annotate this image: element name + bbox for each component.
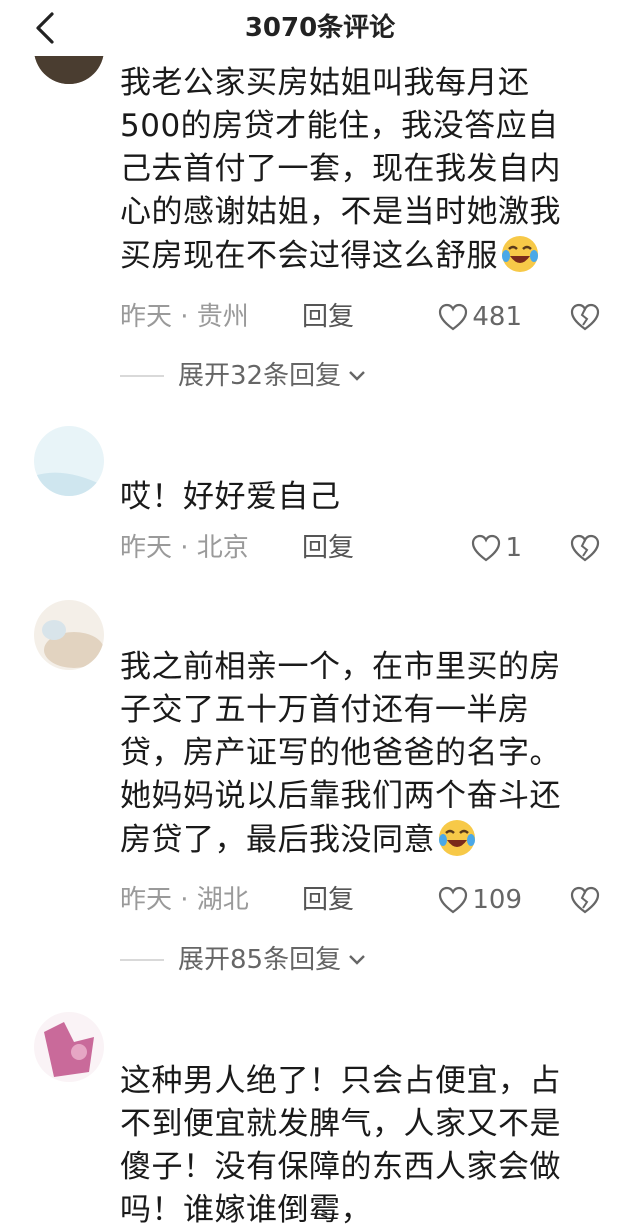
avatar[interactable] (34, 1012, 104, 1082)
expand-replies-label: 展开32条回复 (178, 361, 342, 391)
comment-meta: 昨天 · 北京 回复 1 (120, 528, 610, 568)
broken-heart-icon (570, 886, 600, 914)
heart-outline-icon (472, 534, 501, 562)
comment-meta: 昨天 · 湖北 回复 109 (120, 880, 610, 920)
top-bar: 3070条评论 (0, 0, 640, 56)
expand-replies-button[interactable]: 展开85条回复 (120, 940, 367, 980)
like-count: 1 (505, 533, 522, 563)
broken-heart-icon (570, 303, 600, 331)
like-count: 481 (472, 302, 522, 332)
laughing-tears-emoji (500, 234, 540, 274)
comment-meta: 昨天 · 贵州 回复 481 (120, 297, 610, 337)
comment-text: 哎！好好爱自己 (120, 479, 341, 515)
reply-button[interactable]: 回复 (302, 297, 354, 337)
reply-button[interactable]: 回复 (302, 880, 354, 920)
comment-time-location: 昨天 · 贵州 (120, 302, 249, 332)
like-button[interactable]: 1 (471, 528, 522, 568)
page-title: 3070条评论 (244, 13, 396, 43)
comment-time-location: 昨天 · 北京 (120, 533, 249, 563)
heart-outline-icon (439, 886, 468, 914)
chevron-down-icon (349, 955, 365, 965)
dislike-button[interactable] (570, 886, 600, 926)
heart-outline-icon (439, 303, 468, 331)
broken-heart-icon (570, 534, 600, 562)
like-button[interactable]: 481 (438, 297, 522, 337)
comment-text: 我老公家买房姑姐叫我每月还 500的房贷才能住，我没答应自 己去首付了一套，现在… (120, 65, 561, 274)
reply-button[interactable]: 回复 (302, 528, 354, 568)
comment-text: 这种男人绝了！只会占便宜，占 不到便宜就发脾气，人家又不是 傻子！没有保障的东西… (120, 1063, 561, 1228)
dislike-button[interactable] (570, 303, 600, 343)
laughing-tears-emoji (437, 818, 477, 858)
divider (120, 959, 164, 961)
dislike-button[interactable] (570, 534, 600, 574)
divider (120, 375, 164, 377)
chevron-down-icon (349, 371, 365, 381)
comment-time-location: 昨天 · 湖北 (120, 885, 249, 915)
comment-text: 我之前相亲一个，在市里买的房 子交了五十万首付还有一半房 贷，房产证写的他爸爸的… (120, 649, 561, 858)
expand-replies-button[interactable]: 展开32条回复 (120, 356, 367, 396)
like-count: 109 (472, 885, 522, 915)
expand-replies-label: 展开85条回复 (178, 945, 342, 975)
avatar[interactable] (34, 600, 104, 670)
like-button[interactable]: 109 (438, 880, 522, 920)
avatar[interactable] (34, 426, 104, 496)
